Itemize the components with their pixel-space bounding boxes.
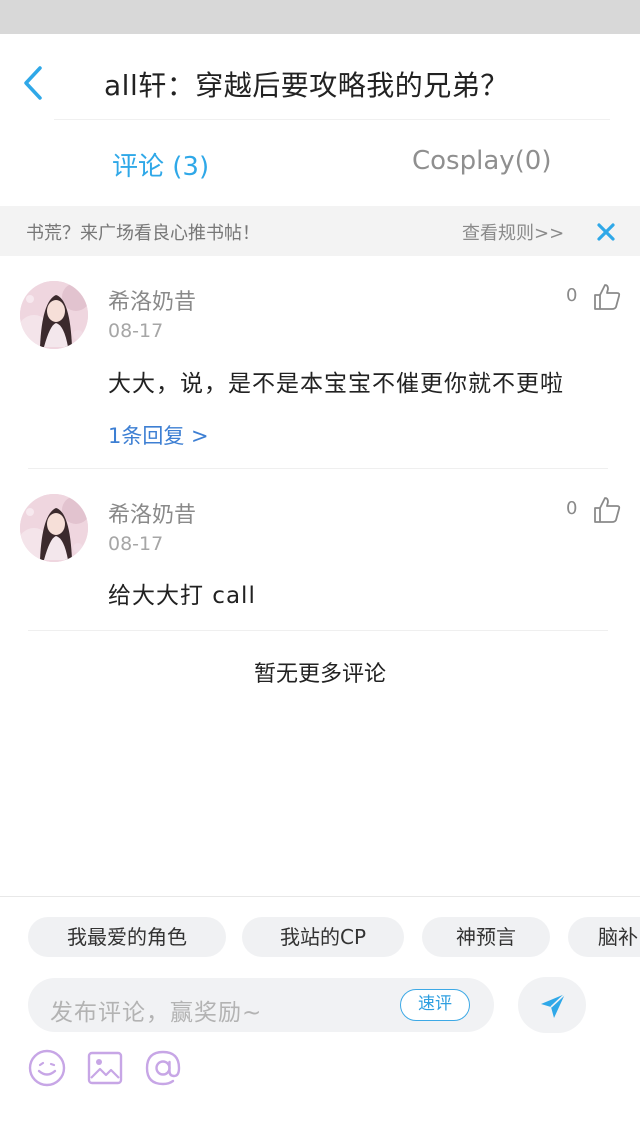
quick-tag-chip[interactable]: 脑补 bbox=[568, 917, 640, 957]
comment-date: 08-17 bbox=[108, 320, 164, 342]
quick-tag-chip[interactable]: 我最爱的角色 bbox=[28, 917, 226, 957]
close-icon bbox=[597, 223, 615, 241]
comment-date: 08-17 bbox=[108, 533, 164, 555]
comment-input[interactable]: 发布评论，赢奖励~ 速评 bbox=[28, 978, 494, 1032]
view-rules-link[interactable]: 查看规则>> bbox=[462, 219, 564, 245]
view-replies-link[interactable]: 1条回复 > bbox=[108, 420, 209, 450]
comment-text: 大大，说，是不是本宝宝不催更你就不更啦 bbox=[108, 371, 564, 397]
image-button[interactable] bbox=[84, 1047, 126, 1089]
back-button[interactable] bbox=[14, 60, 54, 106]
send-button[interactable] bbox=[518, 977, 586, 1033]
at-icon bbox=[145, 1050, 181, 1086]
like-count: 0 bbox=[566, 498, 578, 519]
comment-username[interactable]: 希洛奶昔 bbox=[108, 284, 196, 316]
nav-bar: all轩：穿越后要攻略我的兄弟？ bbox=[0, 34, 640, 120]
divider bbox=[28, 630, 608, 631]
comment-composer: 我最爱的角色 我站的CP 神预言 脑补 发布评论，赢奖励~ 速评 bbox=[0, 896, 640, 1139]
status-bar bbox=[0, 0, 640, 34]
comment-username[interactable]: 希洛奶昔 bbox=[108, 497, 196, 529]
like-button[interactable] bbox=[592, 282, 622, 312]
close-notice-button[interactable] bbox=[594, 220, 618, 244]
notice-bar: 书荒？来广场看良心推书帖！ 查看规则>> bbox=[0, 206, 640, 256]
avatar[interactable] bbox=[20, 281, 88, 349]
tab-comments[interactable]: 评论 (3) bbox=[112, 146, 209, 183]
comment-text: 给大大打 call bbox=[108, 583, 256, 609]
chevron-left-icon bbox=[24, 66, 42, 100]
page-title: all轩：穿越后要攻略我的兄弟？ bbox=[104, 69, 509, 102]
tab-bar: 评论 (3) Cosplay(0) bbox=[0, 120, 640, 206]
send-icon bbox=[541, 993, 566, 1018]
no-more-comments: 暂无更多评论 bbox=[253, 662, 386, 687]
thumbs-up-icon bbox=[594, 284, 621, 310]
thumbs-up-icon bbox=[594, 497, 621, 523]
like-button[interactable] bbox=[592, 495, 622, 525]
emoji-button[interactable] bbox=[26, 1047, 68, 1089]
quick-tag-chip[interactable]: 我站的CP bbox=[242, 917, 404, 957]
comment-input-placeholder: 发布评论，赢奖励~ bbox=[50, 1000, 263, 1026]
like-count: 0 bbox=[566, 285, 578, 306]
tab-cosplay[interactable]: Cosplay(0) bbox=[412, 146, 551, 176]
emoji-icon bbox=[28, 1049, 66, 1087]
divider bbox=[28, 468, 608, 469]
comment-item: 希洛奶昔 08-17 给大大打 call 0 bbox=[0, 470, 640, 632]
avatar[interactable] bbox=[20, 494, 88, 562]
notice-text[interactable]: 书荒？来广场看良心推书帖！ bbox=[26, 219, 260, 245]
mention-button[interactable] bbox=[142, 1047, 184, 1089]
comment-item: 希洛奶昔 08-17 大大，说，是不是本宝宝不催更你就不更啦 1条回复 > 0 bbox=[0, 256, 640, 470]
image-icon bbox=[87, 1051, 123, 1085]
quick-tag-chip[interactable]: 神预言 bbox=[422, 917, 550, 957]
quick-review-button[interactable]: 速评 bbox=[400, 989, 470, 1021]
